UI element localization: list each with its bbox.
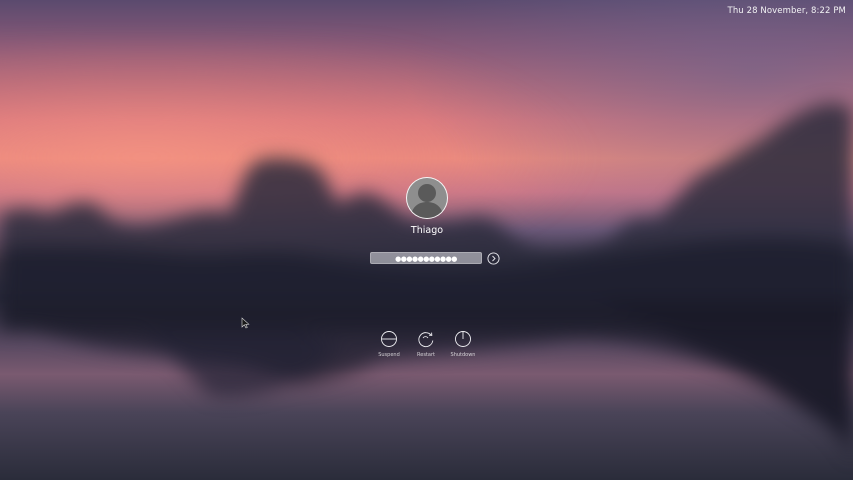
- suspend-label: Suspend: [378, 352, 400, 358]
- user-avatar-icon[interactable]: [406, 177, 448, 219]
- suspend-icon: [381, 331, 397, 347]
- user-block: Thiago: [370, 177, 484, 236]
- suspend-button[interactable]: Suspend: [369, 330, 409, 358]
- wallpaper-landscape: [0, 102, 853, 480]
- password-field[interactable]: ●●●●●●●●●●●: [370, 252, 482, 264]
- clock: Thu 28 November, 8:22 PM: [727, 6, 846, 16]
- power-icon: [455, 331, 471, 347]
- reflection-shadow-left: [140, 330, 340, 397]
- arrow-right-circle-icon[interactable]: [487, 252, 500, 265]
- lock-screen: Thu 28 November, 8:22 PM Thiago ●●●●●●●●…: [0, 0, 853, 480]
- restart-label: Restart: [417, 352, 435, 358]
- mouse-cursor-icon: [241, 317, 250, 329]
- restart-icon: [418, 332, 434, 348]
- power-actions: Suspend Restart Shutdown: [370, 330, 488, 370]
- login-row: ●●●●●●●●●●●: [370, 252, 500, 265]
- shutdown-label: Shutdown: [450, 352, 476, 358]
- restart-button[interactable]: Restart: [406, 330, 446, 358]
- shutdown-button[interactable]: Shutdown: [443, 330, 483, 358]
- username: Thiago: [410, 225, 444, 236]
